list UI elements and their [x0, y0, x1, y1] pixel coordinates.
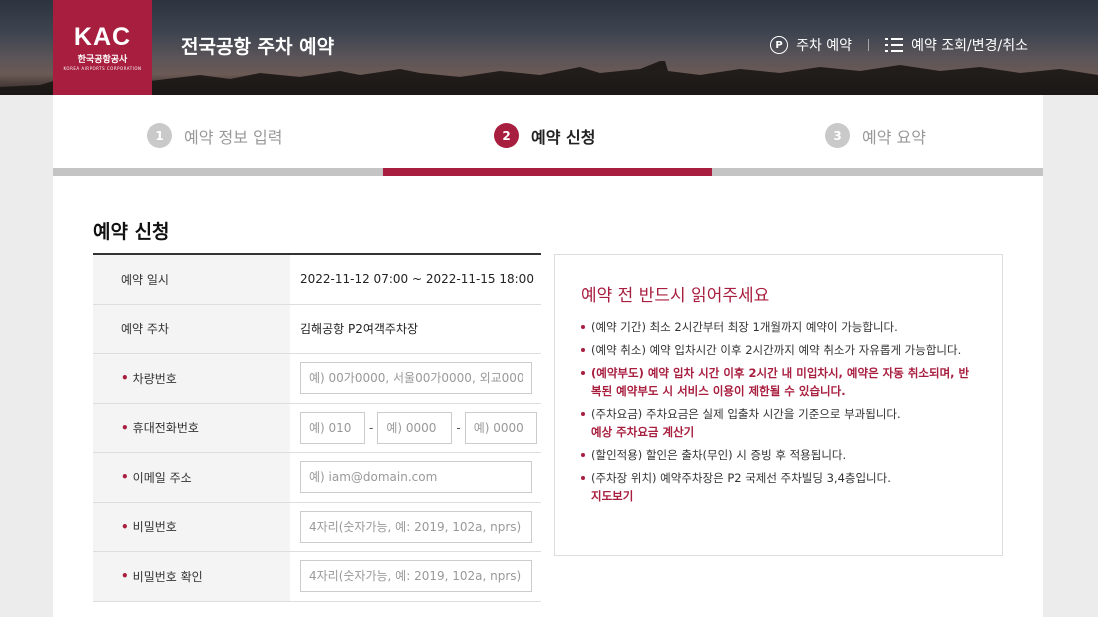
- notice-item: (주차장 위치) 예약주차장은 P2 국제선 주차빌딩 3,4층입니다. 지도보…: [581, 469, 977, 505]
- list-icon: [885, 37, 904, 53]
- site-title: 전국공항 주차 예약: [181, 36, 335, 58]
- logo-subtitle: KOREA AIRPORTS CORPORATION: [63, 66, 142, 71]
- form-row-datetime: 예약 일시 2022-11-12 07:00 ~ 2022-11-15 18:0…: [93, 255, 541, 305]
- form-row-parking: 예약 주차 김해공항 P2여객주차장: [93, 304, 541, 354]
- step-indicator: 1 예약 정보 입력 2 예약 신청 3 예약 요약: [53, 95, 1043, 177]
- step-2: 2 예약 신청: [494, 123, 595, 148]
- car-number-input[interactable]: [300, 362, 532, 395]
- required-mark: •: [121, 470, 129, 485]
- step-label: 예약 정보 입력: [184, 127, 283, 147]
- required-mark: •: [121, 371, 129, 386]
- step-progress-bar: [53, 168, 1043, 176]
- form-label: 예약 일시: [93, 255, 290, 304]
- nav-reservation-lookup[interactable]: 예약 조회/변경/취소: [885, 35, 1028, 55]
- form-label: • 휴대전화번호: [93, 403, 290, 452]
- form-label: • 비밀번호 확인: [93, 552, 290, 601]
- form-row-password-confirm: • 비밀번호 확인: [93, 552, 541, 602]
- nav-label: 주차 예약: [796, 38, 853, 54]
- main-card: 1 예약 정보 입력 2 예약 신청 3 예약 요약 예약 신청 예약 일시 2…: [53, 95, 1043, 617]
- kac-logo[interactable]: KAC 한국공항공사 KOREA AIRPORTS CORPORATION: [53, 0, 152, 95]
- password-confirm-input[interactable]: [300, 560, 532, 593]
- notice-item: (예약 취소) 예약 입차시간 이후 2시간까지 예약 취소가 자유롭게 가능합…: [581, 341, 977, 359]
- logo-name: 한국공항공사: [77, 55, 128, 65]
- step-label: 예약 요약: [862, 127, 926, 147]
- phone-input-3[interactable]: [464, 411, 537, 444]
- map-link[interactable]: 지도보기: [591, 487, 977, 505]
- phone-separator: -: [456, 420, 461, 435]
- nav-divider: [868, 39, 870, 51]
- reservation-form: 예약 일시 2022-11-12 07:00 ~ 2022-11-15 18:0…: [93, 253, 541, 602]
- form-row-phone: •휴대전화번호 - -: [93, 403, 541, 453]
- required-mark: •: [121, 420, 129, 435]
- nav-label: 예약 조회/변경/취소: [911, 38, 1028, 54]
- progress-active-segment: [383, 168, 712, 176]
- phone-input-2[interactable]: [377, 411, 453, 444]
- phone-input-1[interactable]: [300, 411, 365, 444]
- required-mark: •: [121, 519, 129, 534]
- email-input[interactable]: [300, 461, 532, 494]
- reservation-datetime-value: 2022-11-12 07:00 ~ 2022-11-15 18:00: [300, 272, 534, 287]
- notice-item-warning: (예약부도) 예약 입차 시간 이후 2시간 내 미입차시, 예약은 자동 취소…: [581, 364, 977, 400]
- section-title: 예약 신청: [93, 221, 170, 243]
- notice-list: (예약 기간) 최소 2시간부터 최장 1개월까지 예약이 가능합니다. (예약…: [581, 318, 977, 505]
- city-skyline-image: [0, 61, 1098, 95]
- parking-icon: P: [770, 36, 789, 54]
- top-nav: P 주차 예약 예약 조회/변경/취소: [770, 35, 1028, 55]
- form-row-car-number: • 차량번호: [93, 354, 541, 404]
- notice-item: (할인적용) 할인은 출차(무인) 시 증빙 후 적용됩니다.: [581, 446, 977, 464]
- nav-parking-reservation[interactable]: P 주차 예약: [770, 35, 852, 55]
- form-label: • 이메일 주소: [93, 453, 290, 502]
- required-mark: •: [121, 569, 129, 584]
- step-1: 1 예약 정보 입력: [147, 123, 283, 148]
- step-number: 3: [825, 123, 850, 148]
- notice-box: 예약 전 반드시 읽어주세요 (예약 기간) 최소 2시간부터 최장 1개월까지…: [554, 254, 1003, 556]
- step-number: 2: [494, 123, 519, 148]
- form-label: • 차량번호: [93, 354, 290, 403]
- form-label: 예약 주차: [93, 304, 290, 353]
- notice-item: (예약 기간) 최소 2시간부터 최장 1개월까지 예약이 가능합니다.: [581, 318, 977, 336]
- fee-calculator-link[interactable]: 예상 주차요금 계산기: [591, 423, 977, 441]
- site-header: KAC 한국공항공사 KOREA AIRPORTS CORPORATION 전국…: [0, 0, 1098, 95]
- reservation-parking-value: 김해공항 P2여객주차장: [300, 322, 419, 337]
- form-row-email: • 이메일 주소: [93, 453, 541, 503]
- step-3: 3 예약 요약: [825, 123, 926, 148]
- password-input[interactable]: [300, 510, 532, 543]
- phone-separator: -: [369, 420, 374, 435]
- form-row-password: • 비밀번호: [93, 502, 541, 552]
- logo-text: KAC: [73, 23, 132, 51]
- notice-title: 예약 전 반드시 읽어주세요: [581, 286, 770, 306]
- step-label: 예약 신청: [531, 127, 596, 147]
- notice-item: (주차요금) 주차요금은 실제 입출차 시간을 기준으로 부과됩니다. 예상 주…: [581, 405, 977, 441]
- form-label: • 비밀번호: [93, 502, 290, 551]
- step-number: 1: [147, 123, 172, 148]
